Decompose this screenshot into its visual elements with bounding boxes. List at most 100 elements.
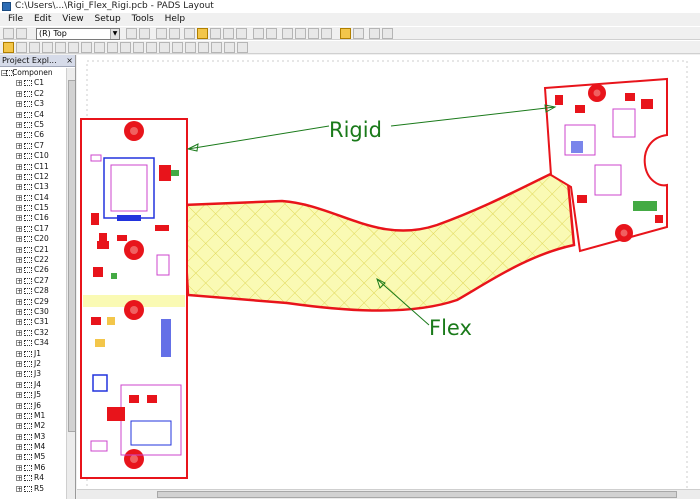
expand-icon[interactable]: + <box>16 184 22 191</box>
text-icon[interactable] <box>211 42 222 53</box>
redraw-icon[interactable] <box>308 28 319 39</box>
copy-icon[interactable] <box>139 28 150 39</box>
array-icon[interactable] <box>237 42 248 53</box>
tree-item-c3[interactable]: + C3 <box>0 99 66 109</box>
tree-item-m2[interactable]: + M2 <box>0 421 66 431</box>
expand-icon[interactable]: + <box>16 194 22 201</box>
color-icon[interactable] <box>236 28 247 39</box>
split-icon[interactable] <box>107 42 118 53</box>
expand-icon[interactable]: + <box>16 371 22 378</box>
dimension-icon[interactable] <box>146 42 157 53</box>
expand-icon[interactable]: + <box>16 381 22 388</box>
expand-icon[interactable]: + <box>16 288 22 295</box>
tree-item-c7[interactable]: + C7 <box>0 141 66 151</box>
tree-item-j2[interactable]: + J2 <box>0 359 66 369</box>
disable-icon[interactable] <box>369 28 380 39</box>
tree-item-c15[interactable]: + C15 <box>0 203 66 213</box>
menu-file[interactable]: File <box>4 13 27 26</box>
expand-icon[interactable]: + <box>16 80 22 87</box>
expand-icon[interactable]: + <box>16 163 22 170</box>
menu-view[interactable]: View <box>58 13 87 26</box>
expand-icon[interactable]: + <box>16 205 22 212</box>
pad-icon[interactable] <box>29 42 40 53</box>
tree-item-c20[interactable]: + C20 <box>0 234 66 244</box>
tree-item-c28[interactable]: + C28 <box>0 286 66 296</box>
via-icon[interactable] <box>42 42 53 53</box>
tree-item-c6[interactable]: + C6 <box>0 130 66 140</box>
grid-icon[interactable] <box>197 28 208 39</box>
expand-icon[interactable]: + <box>16 132 22 139</box>
plane-icon[interactable] <box>185 42 196 53</box>
save-icon[interactable] <box>16 28 27 39</box>
draft-icon[interactable] <box>16 42 27 53</box>
expand-icon[interactable]: + <box>16 423 22 430</box>
expand-icon[interactable]: + <box>16 121 22 128</box>
layer-select[interactable]: (R) Top ▼ <box>36 28 120 40</box>
expand-icon[interactable]: + <box>16 350 22 357</box>
tree-item-c29[interactable]: + C29 <box>0 297 66 307</box>
layers-icon[interactable] <box>223 28 234 39</box>
label-icon[interactable] <box>198 42 209 53</box>
tree-item-c22[interactable]: + C22 <box>0 255 66 265</box>
tree-item-c26[interactable]: + C26 <box>0 265 66 275</box>
expand-icon[interactable]: + <box>16 308 22 315</box>
tree-item-c14[interactable]: + C14 <box>0 193 66 203</box>
expand-icon[interactable]: + <box>16 360 22 367</box>
expand-icon[interactable]: + <box>16 153 22 160</box>
menu-tools[interactable]: Tools <box>128 13 158 26</box>
tree-item-c12[interactable]: + C12 <box>0 172 66 182</box>
tree-item-j5[interactable]: + J5 <box>0 390 66 400</box>
flex-region[interactable] <box>181 169 576 312</box>
tree-item-c17[interactable]: + C17 <box>0 224 66 234</box>
tree-item-c11[interactable]: + C11 <box>0 162 66 172</box>
expand-icon[interactable]: + <box>16 340 22 347</box>
connect-icon[interactable] <box>94 42 105 53</box>
flip-icon[interactable] <box>224 42 235 53</box>
design-icon[interactable] <box>55 42 66 53</box>
clipboard-icon[interactable] <box>169 28 180 39</box>
redo-icon[interactable] <box>266 28 277 39</box>
expand-icon[interactable]: + <box>16 257 22 264</box>
expand-icon[interactable]: + <box>16 215 22 222</box>
pcb-view[interactable]: Rigid Flex <box>77 55 700 499</box>
expand-icon[interactable]: + <box>16 267 22 274</box>
vertical-scroll-thumb[interactable] <box>68 80 75 432</box>
route-icon[interactable] <box>126 28 137 39</box>
undo-icon[interactable] <box>253 28 264 39</box>
tree-item-r5[interactable]: + R5 <box>0 484 66 494</box>
tree-item-m1[interactable]: + M1 <box>0 411 66 421</box>
expand-icon[interactable]: + <box>16 298 22 305</box>
expand-icon[interactable]: + <box>16 464 22 471</box>
board-icon[interactable] <box>210 28 221 39</box>
eco-icon[interactable] <box>159 42 170 53</box>
pan-icon[interactable] <box>295 28 306 39</box>
open-icon[interactable] <box>3 28 14 39</box>
tree-item-c32[interactable]: + C32 <box>0 328 66 338</box>
move-icon[interactable] <box>68 42 79 53</box>
tree-item-c1[interactable]: + C1 <box>0 78 66 88</box>
design-canvas[interactable]: Rigid Flex <box>77 55 700 499</box>
trace-icon[interactable] <box>133 42 144 53</box>
tree-item-c27[interactable]: + C27 <box>0 276 66 286</box>
expand-icon[interactable]: + <box>16 173 22 180</box>
expand-icon[interactable]: + <box>16 111 22 118</box>
drc-icon[interactable] <box>172 42 183 53</box>
tree-item-j4[interactable]: + J4 <box>0 380 66 390</box>
expand-icon[interactable]: + <box>16 101 22 108</box>
expand-icon[interactable]: + <box>16 142 22 149</box>
expand-icon[interactable]: + <box>16 225 22 232</box>
tree-item-m3[interactable]: + M3 <box>0 432 66 442</box>
tree-item-c13[interactable]: + C13 <box>0 182 66 192</box>
glue-icon[interactable] <box>120 42 131 53</box>
expand-icon[interactable]: + <box>16 392 22 399</box>
tree-item-c5[interactable]: + C5 <box>0 120 66 130</box>
tree-root-components[interactable]: − Componen <box>0 68 66 78</box>
menu-setup[interactable]: Setup <box>90 13 124 26</box>
expand-icon[interactable]: + <box>16 475 22 482</box>
expand-icon[interactable]: + <box>16 485 22 492</box>
select-mode-icon[interactable] <box>340 28 351 39</box>
tree-item-m6[interactable]: + M6 <box>0 463 66 473</box>
tree-item-c34[interactable]: + C34 <box>0 338 66 348</box>
tree-item-c10[interactable]: + C10 <box>0 151 66 161</box>
tree-item-c2[interactable]: + C2 <box>0 89 66 99</box>
